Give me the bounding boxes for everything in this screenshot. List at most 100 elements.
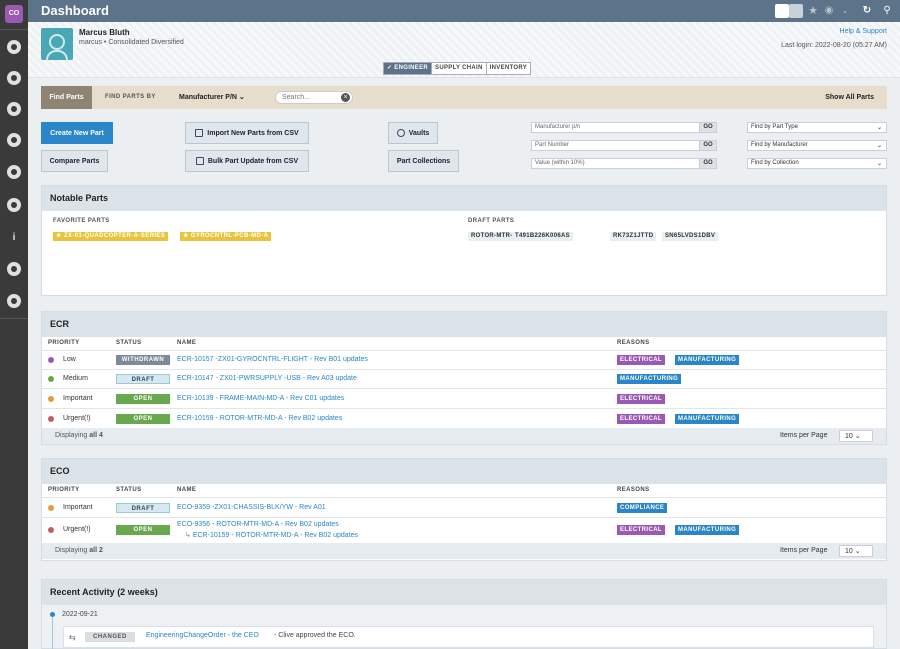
col-priority: PRIORITY (48, 487, 80, 493)
go-button[interactable]: GO (699, 122, 717, 133)
collection-select[interactable]: Find by Collection ⌄ (747, 158, 887, 169)
priority-dot (48, 396, 54, 402)
info-icon[interactable]: i (7, 230, 21, 244)
status-badge: OPEN (116, 414, 170, 424)
draft-part-tag[interactable]: RK73Z1JTTD (610, 232, 657, 241)
table-row[interactable]: Low WITHDRAWN ECR-10157 -ZX01-GYROCNTRL-… (42, 350, 886, 369)
part-number-input[interactable]: Part Number GO (531, 140, 717, 151)
chevron-down-icon: ⌄ (854, 548, 861, 555)
reason-badge: COMPLIANCE (617, 503, 668, 513)
priority-dot (48, 357, 54, 363)
chevron-down-icon: ⌄ (876, 161, 882, 167)
arrow-right-icon[interactable] (7, 294, 21, 308)
panel-title: Notable Parts (42, 186, 886, 211)
build-icon[interactable] (7, 71, 21, 85)
table-footer: Displaying all 4 Items per Page 10 ⌄ (42, 428, 886, 444)
import-csv-button[interactable]: Import New Parts from CSV (185, 122, 309, 144)
tab-supply-chain[interactable]: SUPPLY CHAIN (432, 63, 487, 74)
ecr-link[interactable]: ECR-10157 -ZX01-GYROCNTRL-FLIGHT - Rev B… (177, 356, 368, 363)
page-title: Dashboard (41, 3, 109, 18)
clear-search-icon[interactable]: × (341, 93, 350, 102)
grid-view-icon[interactable] (775, 4, 789, 18)
shield-icon (396, 129, 405, 138)
favorite-part-tag[interactable]: ★ ZX-01-QUADCOPTER-A-SERIES (53, 232, 169, 241)
vaults-button[interactable]: Vaults (388, 122, 438, 144)
bulk-update-button[interactable]: Bulk Part Update from CSV (185, 150, 309, 172)
star-icon: ★ (56, 233, 62, 239)
table-row[interactable]: Important DRAFT ECO-9359 -ZX01-CHASSIS-B… (42, 497, 886, 517)
find-by-select[interactable]: Manufacturer P/N ⌄ (179, 93, 245, 101)
go-button[interactable]: GO (699, 140, 717, 151)
sub-item-icon: ↳ (185, 532, 191, 539)
avatar[interactable] (41, 28, 73, 60)
plus-circle-icon[interactable] (7, 102, 21, 116)
user-header: Marcus Bluth marcus • Consolidated Diver… (28, 22, 900, 78)
star-icon[interactable]: ★ (806, 4, 820, 18)
eye-icon[interactable]: ◉ (822, 4, 836, 18)
draft-parts-label: DRAFT PARTS (468, 218, 515, 224)
ecr-link[interactable]: ECR-10139 - FRAME-MAIN-MD-A - Rev C01 up… (177, 395, 344, 402)
table-footer: Displaying all 2 Items per Page 10 ⌄ (42, 543, 886, 559)
go-button[interactable]: GO (699, 158, 717, 169)
draft-part-tag[interactable]: SN65LVDS1DBV (662, 232, 719, 241)
panel-title: Recent Activity (2 weeks) (42, 580, 886, 605)
list-view-icon[interactable] (789, 4, 803, 18)
find-parts-button[interactable]: Find Parts (41, 86, 92, 109)
activity-link[interactable]: EngineeringChangeOrder - the CEO (146, 632, 259, 639)
timeline-dot (50, 612, 55, 617)
ecr-link[interactable]: ECR-10159 - ROTOR-MTR-MD-A - Rev B02 upd… (177, 415, 342, 422)
items-per-page-select[interactable]: 10 ⌄ (839, 545, 873, 557)
show-all-parts-link[interactable]: Show All Parts (825, 94, 874, 101)
refresh-icon[interactable]: ↻ (860, 4, 874, 18)
favorite-part-tag[interactable]: ★ GYROCNTRL-PCB-MD-A (180, 232, 272, 241)
create-new-part-button[interactable]: Create New Part (41, 122, 113, 144)
items-per-page-label: Items per Page (780, 547, 828, 554)
table-row[interactable]: Urgent(!) OPEN ECR-10159 - ROTOR-MTR-MD-… (42, 408, 886, 428)
dashboard-icon[interactable] (7, 40, 21, 54)
displaying-count: Displaying all 2 (55, 547, 103, 554)
reason-badge: MANUFACTURING (617, 374, 682, 384)
eco-link[interactable]: ECO-9356 - ROTOR-MTR-MD-A - Rev B02 upda… (177, 521, 339, 528)
activity-item: ⇆ CHANGED EngineeringChangeOrder - the C… (63, 626, 874, 648)
table-row[interactable]: Medium DRAFT ECR-10147 - ZX01-PWRSUPPLY … (42, 369, 886, 388)
dollar-icon[interactable] (7, 262, 21, 276)
part-collections-button[interactable]: Part Collections (388, 150, 459, 172)
priority-label: Low (63, 356, 76, 363)
reason-badge: ELECTRICAL (617, 525, 665, 535)
arrow-left-icon[interactable] (7, 165, 21, 179)
activity-text: - Clive approved the ECO. (274, 632, 356, 639)
priority-dot (48, 416, 54, 422)
linked-ecr[interactable]: ↳ ECR-10159 - ROTOR-MTR-MD-A - Rev B02 u… (185, 531, 358, 539)
eco-link[interactable]: ECO-9359 -ZX01-CHASSIS-BLK/YW - Rev A01 (177, 504, 326, 511)
sidebar: CO i (0, 0, 28, 649)
org-logo[interactable]: CO (5, 5, 23, 23)
tab-inventory[interactable]: INVENTORY (487, 63, 530, 74)
value-input[interactable]: Value (within 10%) GO (531, 158, 717, 169)
ecr-link[interactable]: ECR-10147 - ZX01-PWRSUPPLY -USB - Rev A0… (177, 375, 357, 382)
upload-icon (195, 157, 204, 166)
priority-label: Urgent(!) (63, 415, 91, 422)
col-status: STATUS (116, 340, 142, 346)
search-icon[interactable]: ⚲ (880, 4, 894, 18)
col-name: NAME (177, 487, 197, 493)
reason-badge: MANUFACTURING (675, 414, 740, 424)
chevron-down-icon[interactable]: ⌄ (838, 4, 852, 18)
search-input[interactable]: Search... × (275, 91, 353, 104)
table-row[interactable]: Urgent(!) OPEN ECO-9356 - ROTOR-MTR-MD-A… (42, 517, 886, 543)
crosshair-icon[interactable] (7, 133, 21, 147)
items-per-page-select[interactable]: 10 ⌄ (839, 430, 873, 442)
table-row[interactable]: Important OPEN ECR-10139 - FRAME-MAIN-MD… (42, 388, 886, 408)
draft-part-tag[interactable]: T491B226K006AS (512, 232, 573, 241)
mfr-pn-input[interactable]: Manufacturer p/n GO (531, 122, 717, 133)
manufacturer-select[interactable]: Find by Manufacturer ⌄ (747, 140, 887, 151)
priority-label: Important (63, 504, 93, 511)
tab-engineer[interactable]: ✓ ENGINEER (384, 63, 433, 74)
upload-icon[interactable] (7, 198, 21, 212)
ecr-panel: ECR PRIORITY STATUS NAME REASONS Low WIT… (41, 311, 887, 445)
compare-parts-button[interactable]: Compare Parts (41, 150, 108, 172)
priority-label: Medium (63, 375, 88, 382)
status-badge: WITHDRAWN (116, 355, 170, 365)
help-link[interactable]: Help & Support (840, 28, 887, 35)
reason-badge: ELECTRICAL (617, 394, 665, 404)
part-type-select[interactable]: Find by Part Type ⌄ (747, 122, 887, 133)
